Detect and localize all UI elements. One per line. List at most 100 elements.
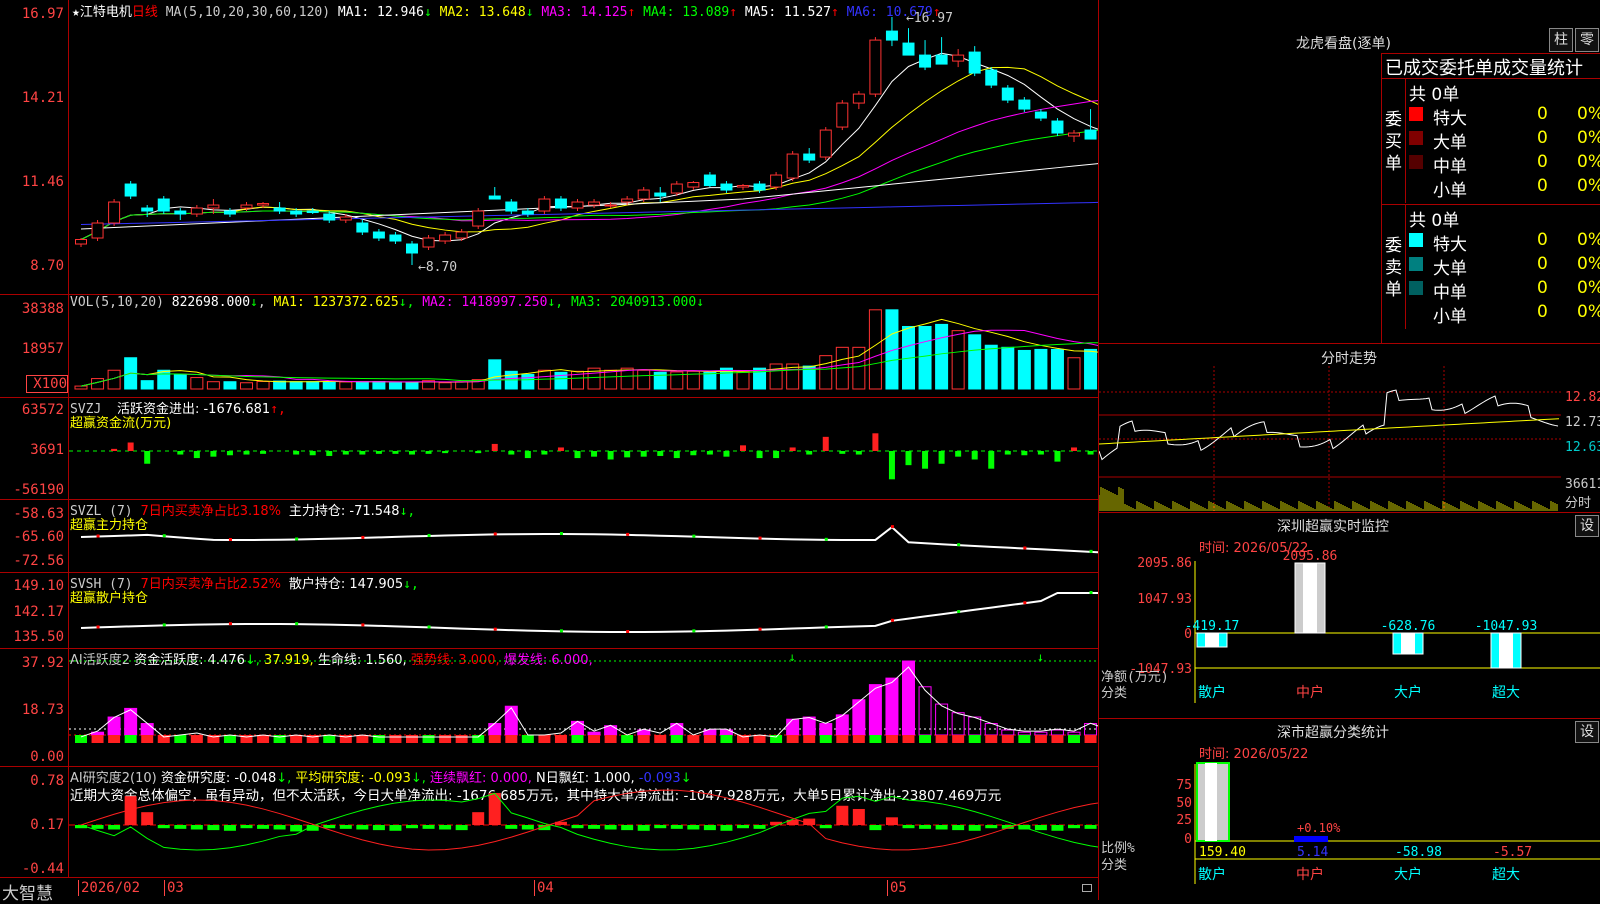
intraday-vol: 36611 bbox=[1565, 477, 1600, 492]
candle bbox=[968, 51, 981, 74]
candle bbox=[1084, 129, 1097, 140]
ai2-bar bbox=[323, 825, 336, 829]
svzl-line-dot bbox=[1023, 546, 1027, 550]
ai-research-chart[interactable] bbox=[69, 767, 1098, 877]
svzl-ytick: -65.60 bbox=[13, 529, 64, 545]
svsh-chart[interactable] bbox=[69, 573, 1098, 648]
svzl-line-dot bbox=[361, 535, 365, 539]
classify-chart[interactable]: 75 50 25 0 159.40 散户 5.14 中户 -58.98 大户 -5.57 超大 +0.1… bbox=[1099, 719, 1600, 901]
ai1-base-bar bbox=[703, 735, 716, 743]
ai-research-panel[interactable]: 0.78 0.17 -0.44 AI研究度2(10) 资金研究度: -0.048… bbox=[0, 767, 1098, 878]
volume-panel[interactable]: 38388 18957 X100 VOL(5,10,20) 822698.000… bbox=[0, 295, 1098, 398]
x-label: 05 bbox=[887, 880, 907, 896]
intraday-price: 12.82 bbox=[1565, 390, 1600, 405]
svsh-line-dot bbox=[96, 625, 100, 629]
ai2-bar bbox=[852, 808, 865, 825]
buy-row[interactable]: 中单 0 0% bbox=[1407, 152, 1600, 177]
candle bbox=[422, 237, 435, 248]
x-label: 04 bbox=[534, 880, 554, 896]
lock-icon[interactable] bbox=[1082, 884, 1092, 892]
candle bbox=[935, 54, 948, 65]
ai1-base-bar bbox=[1034, 735, 1047, 743]
svzj-bar bbox=[557, 447, 564, 451]
svsh-line-dot bbox=[1023, 601, 1027, 605]
buy-label: 委买单 bbox=[1385, 110, 1402, 174]
sell-row-name: 中单 bbox=[1433, 283, 1467, 303]
buy-row[interactable]: 大单 0 0% bbox=[1407, 128, 1600, 153]
vol-bar bbox=[339, 381, 353, 390]
bar-mode-button[interactable]: 柱 bbox=[1549, 28, 1573, 52]
ai2-bar bbox=[472, 812, 485, 825]
candle bbox=[372, 231, 385, 239]
vol-bar bbox=[355, 381, 369, 390]
ai2-bar bbox=[985, 825, 998, 829]
volume-chart[interactable] bbox=[69, 295, 1098, 397]
vol-bar bbox=[1067, 357, 1081, 390]
svzj-bar bbox=[243, 451, 250, 455]
zero-mode-button[interactable]: 零 bbox=[1575, 28, 1599, 52]
ai1-bar bbox=[124, 707, 138, 736]
sell-row-name: 大单 bbox=[1433, 259, 1467, 279]
svzj-ytick: -56190 bbox=[13, 482, 64, 498]
sell-swatch bbox=[1409, 281, 1423, 295]
ai1-base-bar bbox=[472, 735, 485, 743]
price-ytick: 14.21 bbox=[21, 90, 64, 106]
candlestick-chart[interactable]: ←16.97 ←8.70 bbox=[69, 0, 1098, 294]
vol-bar bbox=[769, 363, 783, 390]
monitor-ylabel: 净额(万元) bbox=[1101, 670, 1169, 685]
candle bbox=[91, 222, 104, 239]
vol-bar bbox=[206, 381, 220, 390]
svsh-line-dot bbox=[824, 625, 828, 629]
intraday-section[interactable]: 分时走势 12.82 12.73 12.63 36611 分时 bbox=[1099, 343, 1600, 512]
svzj-bar bbox=[210, 451, 217, 457]
sell-row[interactable]: 特大 0 0% bbox=[1407, 230, 1600, 255]
svsh-line-dot bbox=[758, 627, 762, 631]
ai2-bar bbox=[753, 825, 766, 829]
vol-ytick: 18957 bbox=[21, 341, 64, 357]
sell-row[interactable]: 小单 0 0% bbox=[1407, 302, 1600, 327]
svzj-bar bbox=[706, 451, 713, 455]
sell-row-pct: 0% bbox=[1577, 230, 1600, 250]
classify-section[interactable]: 深市超赢分类统计 设 时间: 2026/05/22 75 50 25 0 159.40 散… bbox=[1099, 718, 1600, 901]
classify-xlabel: 分类 bbox=[1101, 858, 1127, 873]
ai1-base-bar bbox=[505, 735, 518, 743]
svzj-bar bbox=[905, 451, 912, 466]
buy-order-block: 委买单共 0单特大 0 0% 大单 0 0% 中单 0 0% 小单 0 0% bbox=[1381, 79, 1600, 203]
ai1-base-bar bbox=[356, 735, 369, 743]
monitor-chart[interactable]: 2095.861047.930-1047.93-419.17散户2095.86中… bbox=[1099, 513, 1600, 718]
buy-row[interactable]: 小单 0 0% bbox=[1407, 176, 1600, 201]
buy-row[interactable]: 特大 0 0% bbox=[1407, 104, 1600, 129]
ai-activity-panel[interactable]: 37.92 18.73 0.00 AI活跃度2 资金活跃度: 4.476↓, 3… bbox=[0, 649, 1098, 767]
candle bbox=[439, 234, 452, 242]
candle bbox=[554, 198, 567, 209]
ai2-bar bbox=[257, 825, 270, 829]
monitor-bar-highlight bbox=[1303, 563, 1317, 633]
candle bbox=[786, 153, 799, 179]
svsh-panel[interactable]: 149.10 142.17 135.50 SVSH (7) 7日内买卖净占比2.… bbox=[0, 573, 1098, 649]
classify-ylabel: 比例% bbox=[1101, 841, 1135, 856]
price-panel[interactable]: 16.97 14.21 11.46 8.70 ★江特电机日线 MA(5,10,2… bbox=[0, 0, 1098, 295]
svzj-bar bbox=[971, 451, 978, 460]
intraday-chart[interactable] bbox=[1099, 366, 1561, 511]
ai1-bar bbox=[1050, 729, 1064, 736]
ai1-base-bar bbox=[803, 735, 816, 743]
ai1-bar bbox=[1034, 731, 1048, 736]
ai1-bar bbox=[488, 723, 502, 736]
ai1-bar bbox=[819, 723, 833, 736]
ai-activity-chart[interactable]: ↓ ↓ bbox=[69, 649, 1098, 766]
svzl-chart[interactable] bbox=[69, 500, 1098, 572]
vol-bar bbox=[157, 369, 171, 390]
candle bbox=[1034, 111, 1047, 119]
ai1-bar bbox=[1067, 731, 1081, 736]
svzj-panel[interactable]: 63572 3691 -56190 SVZJ 活跃资金进出: -1676.681… bbox=[0, 398, 1098, 500]
sell-row-pct: 0% bbox=[1577, 278, 1600, 298]
monitor-section[interactable]: 深圳超赢实时监控 设 时间: 2026/05/22 2095.86 1047.93… bbox=[1099, 512, 1600, 718]
vol-bar bbox=[935, 323, 949, 390]
buy-row-name: 大单 bbox=[1433, 133, 1467, 153]
svzl-panel[interactable]: -58.63 -65.60 -72.56 SVZL (7) 7日内买卖净占比3.… bbox=[0, 500, 1098, 573]
svzj-chart[interactable] bbox=[69, 398, 1098, 499]
sell-row[interactable]: 大单 0 0% bbox=[1407, 254, 1600, 279]
sell-row[interactable]: 中单 0 0% bbox=[1407, 278, 1600, 303]
ai2-bar bbox=[91, 825, 104, 829]
vol-bar bbox=[405, 382, 419, 390]
